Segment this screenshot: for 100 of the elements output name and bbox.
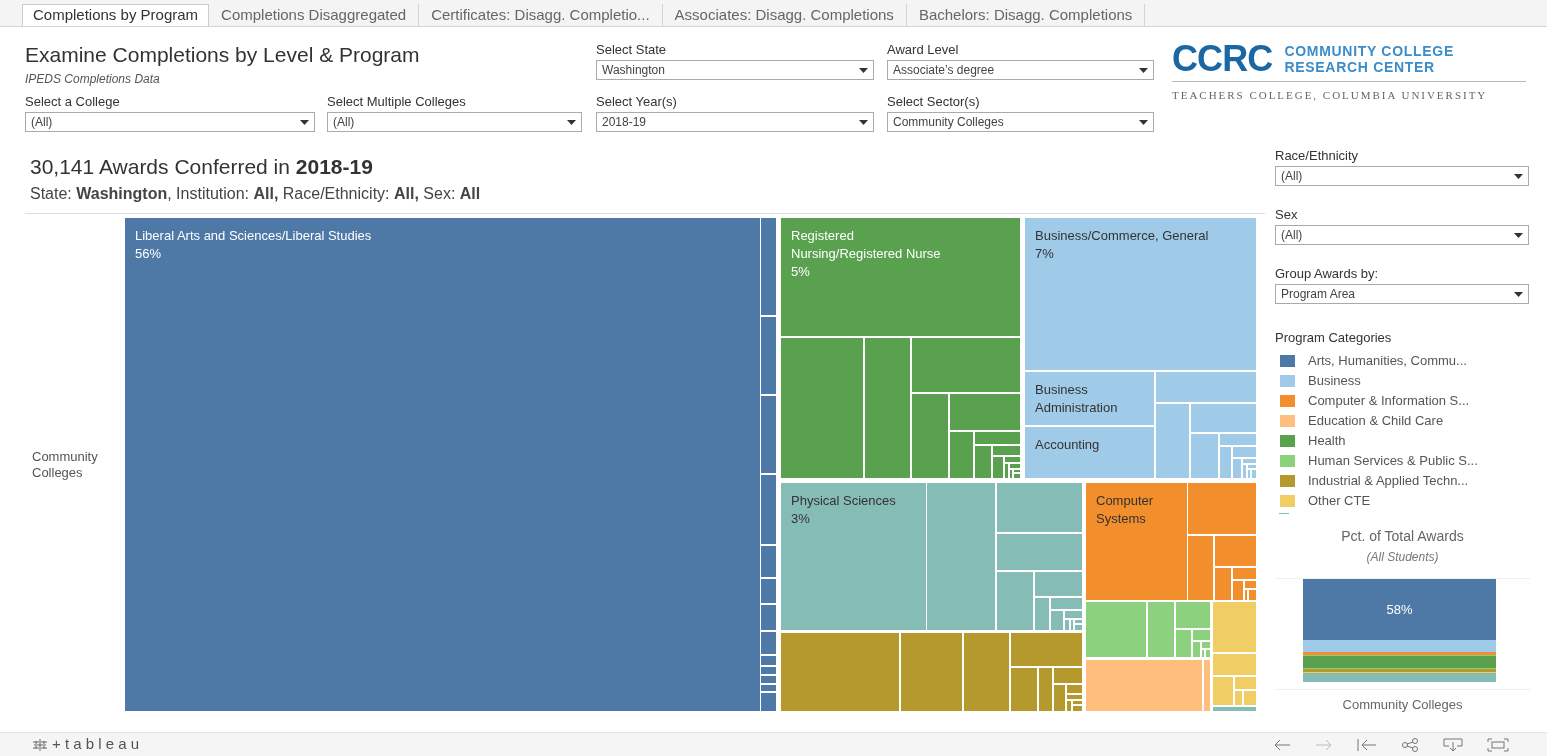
treemap-tile[interactable] <box>781 338 863 478</box>
treemap-tile[interactable] <box>761 685 776 691</box>
treemap-tile[interactable] <box>1243 465 1246 478</box>
treemap-tile[interactable] <box>761 396 776 473</box>
treemap-tile[interactable] <box>1204 660 1210 711</box>
treemap-tile[interactable] <box>1245 581 1256 588</box>
treemap-tile[interactable] <box>761 656 776 665</box>
treemap-tile[interactable]: Business/Commerce, General 7% <box>1025 218 1256 370</box>
treemap-tile[interactable] <box>1215 568 1231 600</box>
treemap-tile[interactable] <box>912 394 948 478</box>
treemap-tile[interactable] <box>781 633 899 711</box>
treemap-tile[interactable] <box>761 632 776 654</box>
treemap-tile[interactable] <box>1233 447 1256 457</box>
treemap-tile[interactable] <box>1244 691 1256 705</box>
treemap-tile[interactable] <box>865 338 910 478</box>
treemap-tile[interactable]: Business Administration <box>1025 372 1154 425</box>
treemap-tile[interactable] <box>1075 625 1082 630</box>
treemap-tile[interactable] <box>1014 474 1020 478</box>
treemap-tile[interactable] <box>1148 602 1174 657</box>
treemap-tile[interactable] <box>1051 598 1082 609</box>
treemap-tile[interactable] <box>1054 668 1082 683</box>
treemap-tile[interactable] <box>1005 464 1008 478</box>
treemap-tile[interactable] <box>1215 536 1256 566</box>
treemap-tile[interactable] <box>997 572 1033 630</box>
dropdown[interactable]: (All) <box>25 112 315 132</box>
treemap-tile[interactable]: Accounting <box>1025 427 1154 478</box>
treemap-tile[interactable] <box>1249 590 1256 600</box>
treemap-tile[interactable] <box>950 432 973 478</box>
revert-icon[interactable] <box>1357 738 1377 751</box>
treemap-tile[interactable] <box>761 676 776 683</box>
dropdown[interactable]: (All) <box>1275 225 1529 245</box>
treemap-tile[interactable] <box>1011 633 1082 666</box>
treemap-tile[interactable] <box>1243 459 1256 463</box>
treemap-tile[interactable] <box>1188 483 1256 534</box>
treemap-tile[interactable] <box>927 483 995 630</box>
treemap-tile[interactable] <box>1156 372 1256 402</box>
tableau-logo[interactable]: + t a b l e a u <box>52 733 140 756</box>
treemap-tile[interactable] <box>761 475 776 544</box>
share-icon[interactable] <box>1401 737 1419 752</box>
treemap-tile[interactable] <box>1252 470 1256 478</box>
treemap-tile[interactable] <box>1233 568 1256 579</box>
treemap-tile[interactable] <box>761 667 776 674</box>
treemap-tile[interactable] <box>993 457 1003 478</box>
treemap-tile[interactable] <box>1193 630 1210 640</box>
treemap-tile[interactable] <box>1073 701 1082 704</box>
treemap-tile[interactable] <box>1073 706 1082 711</box>
treemap-tile[interactable] <box>1191 404 1256 432</box>
treemap-tile[interactable] <box>964 633 1009 711</box>
treemap-tile[interactable] <box>997 534 1082 570</box>
treemap-tile[interactable] <box>1213 707 1256 711</box>
treemap-tile[interactable] <box>1051 611 1063 630</box>
treemap-tile[interactable] <box>1011 668 1037 711</box>
treemap-tile[interactable] <box>1235 677 1256 689</box>
dropdown[interactable]: Associate’s degree <box>887 60 1154 80</box>
treemap-tile[interactable] <box>1202 642 1210 648</box>
treemap-tile[interactable] <box>761 546 776 577</box>
treemap-tile[interactable] <box>1086 602 1146 657</box>
treemap-tile[interactable]: Computer Systems <box>1086 483 1187 600</box>
treemap-tile[interactable] <box>1235 691 1242 705</box>
treemap-tile[interactable] <box>1035 598 1049 630</box>
dropdown[interactable]: 2018-19 <box>596 112 874 132</box>
dropdown[interactable]: (All) <box>327 112 582 132</box>
treemap-tile[interactable] <box>975 432 1020 444</box>
dropdown[interactable]: (All) <box>1275 166 1529 186</box>
treemap-tile[interactable] <box>993 446 1020 455</box>
treemap-tile[interactable] <box>1054 685 1065 711</box>
download-icon[interactable] <box>1443 737 1463 752</box>
treemap-tile[interactable] <box>901 633 962 711</box>
treemap-tile[interactable] <box>997 483 1082 532</box>
treemap-tile[interactable] <box>1213 654 1256 675</box>
treemap-tile[interactable] <box>1065 620 1069 630</box>
treemap-tile[interactable] <box>1039 668 1052 711</box>
treemap-tile[interactable] <box>1213 602 1256 652</box>
treemap-tile[interactable] <box>950 394 1020 430</box>
treemap-tile[interactable] <box>1156 404 1189 478</box>
treemap-tile[interactable] <box>1176 630 1191 657</box>
treemap-tile[interactable] <box>1075 620 1082 623</box>
treemap-tile[interactable] <box>1035 572 1082 596</box>
treemap-tile[interactable]: Liberal Arts and Sciences/Liberal Studies 56% <box>125 218 760 711</box>
treemap-tile[interactable] <box>1220 447 1231 478</box>
dropdown[interactable]: Program Area <box>1275 284 1529 304</box>
treemap-tile[interactable] <box>1248 465 1256 468</box>
treemap-tile[interactable] <box>1065 611 1082 618</box>
treemap-tile[interactable] <box>975 446 991 478</box>
treemap-tile[interactable] <box>1067 685 1082 693</box>
treemap-tile[interactable] <box>1191 434 1218 478</box>
treemap-tile[interactable] <box>1005 457 1020 462</box>
treemap-tile[interactable] <box>912 338 1020 392</box>
treemap-tile[interactable] <box>761 605 776 630</box>
fullscreen-icon[interactable] <box>1487 737 1509 752</box>
dropdown[interactable]: Washington <box>596 60 874 80</box>
treemap-tile[interactable] <box>1206 650 1210 657</box>
treemap-tile[interactable] <box>1233 459 1241 478</box>
treemap-tile[interactable] <box>761 218 776 315</box>
treemap-tile[interactable] <box>1213 677 1233 705</box>
back-arrow-icon[interactable] <box>1273 738 1291 751</box>
treemap-tile[interactable] <box>1067 701 1071 711</box>
treemap-tile[interactable] <box>1233 581 1243 600</box>
treemap-tile[interactable] <box>1193 642 1200 657</box>
dropdown[interactable]: Community Colleges <box>887 112 1154 132</box>
